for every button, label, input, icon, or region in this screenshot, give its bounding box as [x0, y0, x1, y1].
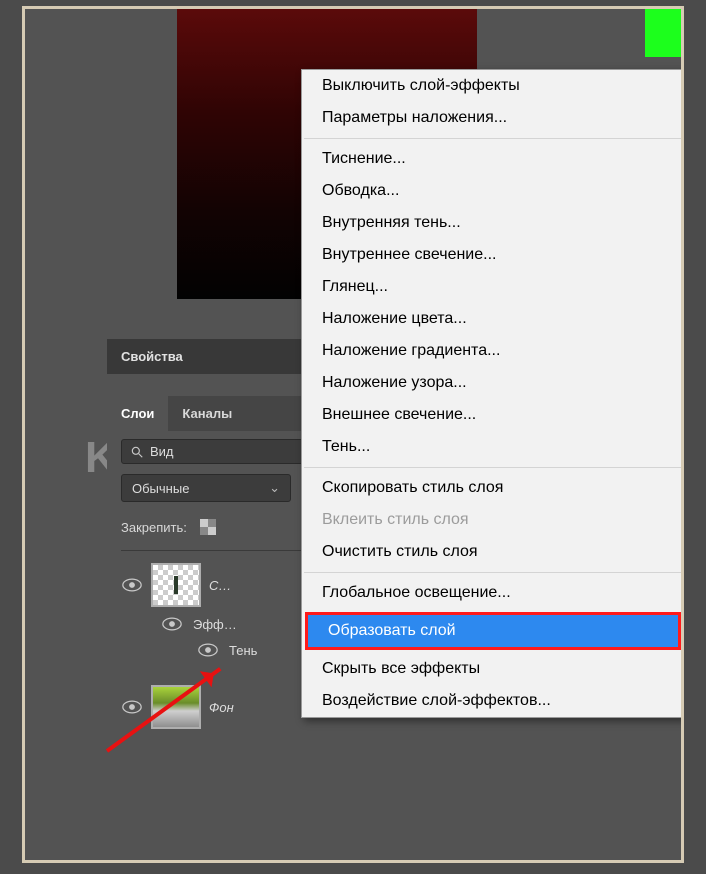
menu-color-overlay[interactable]: Наложение цвета...	[302, 303, 684, 335]
menu-hide-all-effects[interactable]: Скрыть все эффекты	[302, 653, 684, 685]
layer-thumbnail[interactable]	[151, 685, 201, 729]
tab-layers[interactable]: Слои	[107, 396, 168, 431]
menu-disable-effects[interactable]: Выключить слой-эффекты	[302, 70, 684, 102]
menu-gradient-overlay[interactable]: Наложение градиента...	[302, 335, 684, 367]
color-swatch-green	[645, 9, 681, 57]
tab-channels[interactable]: Каналы	[168, 396, 246, 431]
menu-inner-glow[interactable]: Внутреннее свечение...	[302, 239, 684, 271]
effects-label: Эфф…	[193, 617, 237, 632]
app-frame: KAK-SDELAT.ORG Свойства Слои Каналы	[22, 6, 684, 863]
chevron-down-icon: ⌄	[269, 480, 280, 496]
menu-highlighted-item-wrap: Образовать слой	[305, 612, 681, 650]
visibility-eye-icon[interactable]	[161, 613, 183, 635]
menu-global-light[interactable]: Глобальное освещение...	[302, 577, 684, 609]
menu-outer-glow[interactable]: Внешнее свечение...	[302, 399, 684, 431]
menu-blending-options[interactable]: Параметры наложения...	[302, 102, 684, 134]
lock-transparency-icon[interactable]	[199, 518, 217, 536]
menu-inner-shadow[interactable]: Внутренняя тень...	[302, 207, 684, 239]
properties-tab-label: Свойства	[121, 349, 183, 364]
blend-mode-value: Обычные	[132, 481, 189, 496]
layer-thumbnail[interactable]	[151, 563, 201, 607]
lock-label: Закрепить:	[121, 520, 187, 535]
menu-create-layer[interactable]: Образовать слой	[308, 615, 678, 647]
menu-drop-shadow[interactable]: Тень...	[302, 431, 684, 463]
menu-separator	[304, 572, 682, 573]
shadow-effect-label: Тень	[229, 643, 257, 658]
visibility-eye-icon[interactable]	[121, 696, 143, 718]
layer-filter-search[interactable]: Вид	[121, 439, 311, 464]
menu-satin[interactable]: Глянец...	[302, 271, 684, 303]
search-icon	[130, 445, 144, 459]
filter-label: Вид	[150, 444, 174, 459]
menu-separator	[304, 467, 682, 468]
menu-separator	[304, 138, 682, 139]
menu-pattern-overlay[interactable]: Наложение узора...	[302, 367, 684, 399]
visibility-eye-icon[interactable]	[121, 574, 143, 596]
menu-paste-style: Вклеить стиль слоя	[302, 504, 684, 536]
layer-name-label: С…	[209, 578, 231, 593]
blend-mode-dropdown[interactable]: Обычные ⌄	[121, 474, 291, 502]
visibility-eye-icon[interactable]	[197, 639, 219, 661]
menu-bevel[interactable]: Тиснение...	[302, 143, 684, 175]
background-layer-label: Фон	[209, 700, 234, 715]
layer-style-context-menu: Выключить слой-эффекты Параметры наложен…	[301, 69, 684, 718]
menu-scale-effects[interactable]: Воздействие слой-эффектов...	[302, 685, 684, 717]
menu-stroke[interactable]: Обводка...	[302, 175, 684, 207]
menu-copy-style[interactable]: Скопировать стиль слоя	[302, 472, 684, 504]
menu-clear-style[interactable]: Очистить стиль слоя	[302, 536, 684, 568]
